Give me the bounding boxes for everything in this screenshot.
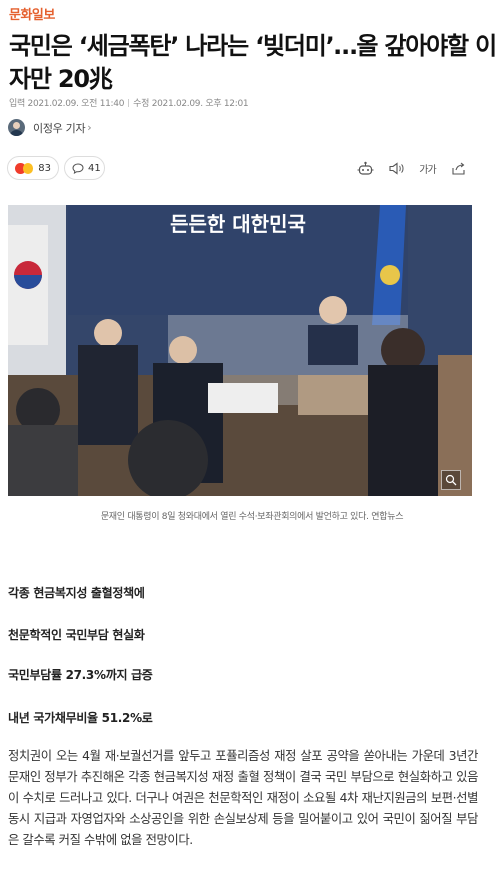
comment-icon bbox=[72, 162, 84, 174]
input-date-value: 2021.02.09. 오전 11:40 bbox=[27, 99, 125, 109]
subhead-4: 내년 국가채무비율 51.2%로 bbox=[8, 711, 153, 725]
font-size-label: 가가 bbox=[419, 164, 436, 176]
reaction-button[interactable]: 83 bbox=[7, 156, 59, 180]
font-size-button[interactable]: 가가 bbox=[412, 158, 443, 178]
reaction-count: 83 bbox=[38, 162, 51, 174]
article-dates: 입력 2021.02.09. 오전 11:40 수정 2021.02.09. 오후… bbox=[9, 96, 249, 109]
robot-icon bbox=[357, 161, 374, 175]
subhead-1: 각종 현금복지성 출혈정책에 bbox=[8, 586, 145, 600]
share-icon bbox=[451, 162, 465, 175]
comment-button[interactable]: 41 bbox=[64, 156, 105, 180]
banner-text: 든든한 대한민국 bbox=[170, 212, 306, 236]
reporter-name: 이정우 기자 bbox=[33, 121, 86, 135]
photo-zoom-button[interactable] bbox=[441, 470, 461, 490]
article-body-paragraph: 정치권이 오는 4월 재·보궐선거를 앞두고 포퓰리즘성 재정 살포 공약을 쏟… bbox=[8, 749, 478, 847]
modified-date-label: 수정 bbox=[133, 99, 150, 109]
share-button[interactable] bbox=[443, 158, 474, 178]
subhead-2: 천문학적인 국민부담 현실화 bbox=[8, 628, 145, 642]
laugh-emoji-icon bbox=[22, 162, 34, 174]
date-divider bbox=[128, 99, 130, 107]
speaker-icon bbox=[389, 161, 404, 175]
reporter-link[interactable]: 이정우 기자 › bbox=[8, 119, 92, 136]
magnifier-icon bbox=[445, 474, 457, 486]
photo-caption: 문재인 대통령이 8일 청와대에서 열린 수석·보좌관회의에서 발언하고 있다.… bbox=[100, 512, 404, 522]
article-photo[interactable]: 든든한 대한민국 bbox=[8, 205, 472, 496]
article-toolbar: 가가 bbox=[350, 158, 474, 178]
modified-date-value: 2021.02.09. 오후 12:01 bbox=[151, 99, 249, 109]
reporter-avatar bbox=[8, 119, 25, 136]
tts-robot-button[interactable] bbox=[350, 158, 381, 178]
input-date-label: 입력 bbox=[9, 99, 25, 109]
press-logo[interactable]: 문화일보 bbox=[9, 4, 55, 23]
chevron-right-icon: › bbox=[87, 121, 92, 134]
subhead-3: 국민부담률 27.3%까지 급증 bbox=[8, 668, 153, 682]
comment-count: 41 bbox=[88, 162, 101, 174]
audio-button[interactable] bbox=[381, 158, 412, 178]
svg-text:든든한 대한민국: 든든한 대한민국 bbox=[170, 212, 306, 236]
article-headline: 국민은 ‘세금폭탄’ 나라는 ‘빚더미’…올 갚아야할 이자만 20兆 bbox=[9, 32, 497, 93]
